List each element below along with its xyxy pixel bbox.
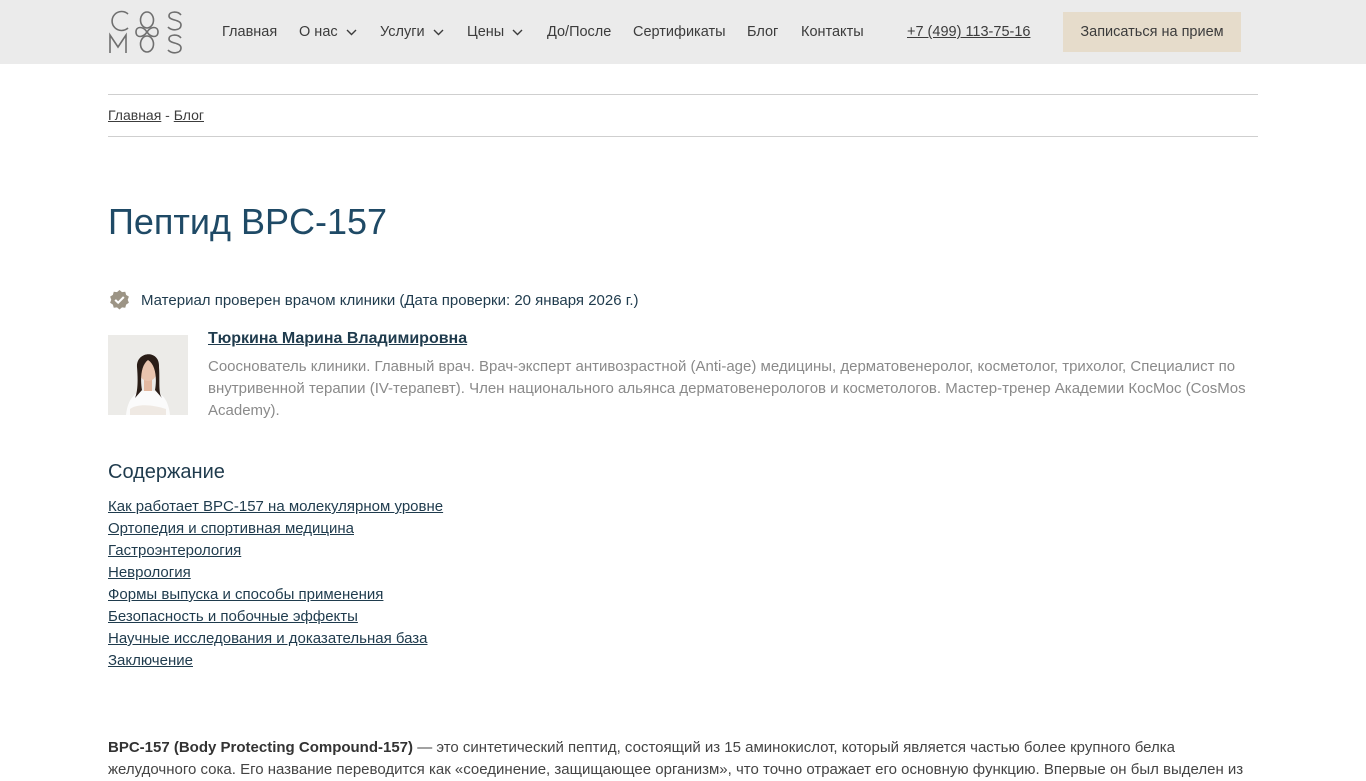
nav-item-contacts[interactable]: Контакты [801, 0, 864, 64]
phone-link[interactable]: +7 (499) 113-75-16 [907, 0, 1030, 64]
nav-item-blog[interactable]: Блог [747, 0, 778, 64]
toc-link[interactable]: Неврология [108, 564, 191, 581]
nav-item-services[interactable]: Услуги [380, 0, 444, 64]
nav-item-about[interactable]: О нас [299, 0, 357, 64]
toc-item: Заключение [108, 650, 443, 672]
breadcrumb-separator: - [161, 107, 174, 123]
intro-term: BPC-157 (Body Protecting Compound-157) [108, 739, 414, 756]
nav-item-prices[interactable]: Цены [467, 0, 523, 64]
verified-badge-icon [110, 289, 129, 310]
breadcrumb-home-link[interactable]: Главная [108, 107, 161, 123]
breadcrumb: Главная - Блог [108, 106, 204, 124]
nav-item-home[interactable]: Главная [222, 0, 277, 64]
toc-link[interactable]: Ортопедия и спортивная медицина [108, 520, 354, 537]
toc-link[interactable]: Безопасность и побочные эффекты [108, 608, 358, 625]
page-title: Пептид BPC-157 [108, 201, 388, 242]
toc-item: Безопасность и побочные эффекты [108, 606, 443, 628]
author-photo [108, 335, 188, 415]
toc-link[interactable]: Заключение [108, 652, 193, 669]
author-bio: Сооснователь клиники. Главный врач. Врач… [208, 358, 1246, 419]
toc-item: Научные исследования и доказательная баз… [108, 628, 443, 650]
toc-title: Содержание [108, 461, 225, 483]
divider [108, 136, 1258, 137]
site-header: Главная О нас Услуги Цены До/После Серти… [0, 0, 1366, 64]
toc-item: Гастроэнтерология [108, 540, 443, 562]
toc-link[interactable]: Научные исследования и доказательная баз… [108, 630, 428, 647]
toc-list: Как работает BPC-157 на молекулярном уро… [108, 496, 443, 672]
chevron-down-icon [512, 29, 523, 35]
toc-item: Ортопедия и спортивная медицина [108, 518, 443, 540]
breadcrumb-blog-link[interactable]: Блог [174, 107, 204, 123]
toc-item: Как работает BPC-157 на молекулярном уро… [108, 496, 443, 518]
toc-link[interactable]: Гастроэнтерология [108, 542, 241, 559]
author-name-link[interactable]: Тюркина Марина Владимировна [208, 328, 467, 350]
verified-text: Материал проверен врачом клиники (Дата п… [141, 291, 639, 309]
book-appointment-button[interactable]: Записаться на прием [1063, 12, 1241, 52]
author-portrait-image [108, 335, 188, 415]
divider [108, 94, 1258, 95]
cosmos-logo[interactable] [108, 9, 184, 55]
toc-link[interactable]: Как работает BPC-157 на молекулярном уро… [108, 498, 443, 515]
nav-item-certificates[interactable]: Сертификаты [633, 0, 726, 64]
chevron-down-icon [346, 29, 357, 35]
toc-item: Формы выпуска и способы применения [108, 584, 443, 606]
article-intro-paragraph: BPC-157 (Body Protecting Compound-157) —… [108, 737, 1258, 781]
toc-item: Неврология [108, 562, 443, 584]
nav-item-before-after[interactable]: До/После [547, 0, 611, 64]
chevron-down-icon [433, 29, 444, 35]
toc-link[interactable]: Формы выпуска и способы применения [108, 586, 383, 603]
verified-notice: Материал проверен врачом клиники (Дата п… [108, 288, 639, 312]
